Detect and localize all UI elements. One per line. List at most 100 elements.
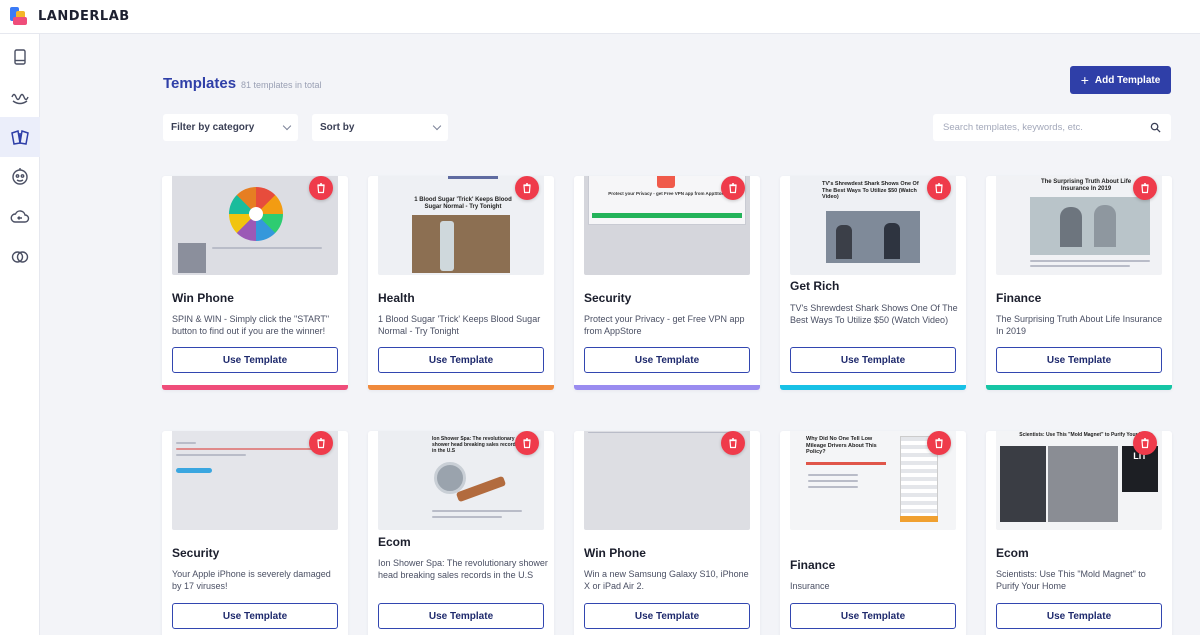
template-card: TV's Shrewdest Shark Shows One Of The Be… — [780, 176, 966, 390]
sort-label: Sort by — [320, 122, 355, 133]
use-template-button[interactable]: Use Template — [996, 603, 1162, 629]
trash-icon — [1141, 183, 1149, 194]
use-template-button[interactable]: Use Template — [172, 347, 338, 373]
template-description: Ion Shower Spa: The revolutionary shower… — [378, 558, 548, 580]
template-description: Your Apple iPhone is severely damaged by… — [172, 569, 331, 591]
chevron-down-icon — [432, 121, 442, 131]
template-card: Security Your Apple iPhone is severely d… — [162, 431, 348, 635]
thumbnail-headline: The Surprising Truth About Life Insuranc… — [1040, 179, 1132, 192]
use-template-button[interactable]: Use Template — [584, 603, 750, 629]
search-input[interactable]: Search templates, keywords, etc. — [933, 114, 1171, 141]
template-category: Win Phone — [584, 546, 646, 560]
template-category: Ecom — [996, 546, 1029, 560]
use-template-button[interactable]: Use Template — [996, 347, 1162, 373]
template-category: Ecom — [378, 535, 411, 549]
sidebar-item-analytics[interactable] — [0, 77, 40, 117]
trash-icon — [729, 438, 737, 449]
delete-template-button[interactable] — [721, 431, 745, 455]
plus-icon: + — [1080, 72, 1089, 88]
delete-template-button[interactable] — [927, 176, 951, 200]
template-card: Scientists: Use This "Mold Magnet" to Pu… — [986, 431, 1172, 635]
landerlab-logo-icon[interactable] — [10, 6, 30, 27]
template-description: Insurance — [790, 581, 830, 591]
thumbnail-headline: 1 Blood Sugar 'Trick' Keeps Blood Sugar … — [414, 197, 512, 210]
thumbnail-headline: Protect your Privacy - get Free VPN app … — [608, 191, 726, 196]
sidebar-item-templates[interactable] — [0, 117, 40, 157]
use-template-button[interactable]: Use Template — [790, 347, 956, 373]
template-description: Scientists: Use This "Mold Magnet" to Pu… — [996, 569, 1146, 591]
thumbnail-headline: TV's Shrewdest Shark Shows One Of The Be… — [822, 181, 919, 200]
delete-template-button[interactable] — [721, 176, 745, 200]
app-name[interactable]: LANDERLAB — [38, 9, 130, 24]
trash-icon — [523, 438, 531, 449]
trash-icon — [317, 438, 325, 449]
template-card: Ion Shower Spa: The revolutionary shower… — [368, 431, 554, 635]
overlap-circles-icon — [11, 251, 29, 263]
template-description: Protect your Privacy - get Free VPN app … — [584, 314, 745, 336]
top-bar: LANDERLAB — [0, 0, 1200, 34]
template-category: Finance — [790, 558, 836, 572]
template-card: Win Phone Win a new Samsung Galaxy S10, … — [574, 431, 760, 635]
template-category: Security — [172, 546, 220, 560]
template-category: Finance — [996, 291, 1042, 305]
trash-icon — [523, 183, 531, 194]
sidebar-item-integrations[interactable] — [0, 157, 40, 197]
sidebar-item-ab-testing[interactable] — [0, 237, 40, 277]
trash-icon — [935, 183, 943, 194]
category-stripe — [162, 385, 348, 390]
delete-template-button[interactable] — [309, 176, 333, 200]
template-card: 1 Blood Sugar 'Trick' Keeps Blood Sugar … — [368, 176, 554, 390]
delete-template-button[interactable] — [515, 431, 539, 455]
filter-category-label: Filter by category — [171, 122, 255, 133]
delete-template-button[interactable] — [1133, 431, 1157, 455]
thumbnail-headline: Why Did No One Tell Low Mileage Drivers … — [806, 436, 877, 455]
alien-icon — [12, 168, 28, 185]
template-description: 1 Blood Sugar 'Trick' Keeps Blood Sugar … — [378, 314, 541, 336]
category-stripe — [780, 385, 966, 390]
template-description: TV's Shrewdest Shark Shows One Of The Be… — [790, 303, 958, 325]
cloud-upload-icon — [10, 210, 30, 223]
template-card: Protect your Privacy - get Free VPN app … — [574, 176, 760, 390]
template-category: Health — [378, 291, 415, 305]
chevron-down-icon — [282, 121, 292, 131]
template-card: Win Phone SPIN & WIN - Simply click the … — [162, 176, 348, 390]
use-template-button[interactable]: Use Template — [378, 347, 544, 373]
page-title: Templates — [163, 75, 237, 92]
template-category: Win Phone — [172, 291, 234, 305]
template-description: SPIN & WIN - Simply click the "START" bu… — [172, 314, 330, 336]
sort-select[interactable]: Sort by — [312, 114, 448, 141]
template-card: Why Did No One Tell Low Mileage Drivers … — [780, 431, 966, 635]
use-template-button[interactable]: Use Template — [378, 603, 544, 629]
sidebar-item-pages[interactable] — [0, 37, 40, 77]
filter-category-select[interactable]: Filter by category — [163, 114, 298, 141]
delete-template-button[interactable] — [1133, 176, 1157, 200]
book-icon — [14, 49, 26, 65]
use-template-button[interactable]: Use Template — [790, 603, 956, 629]
template-category: Get Rich — [790, 279, 840, 293]
template-description: Win a new Samsung Galaxy S10, iPhone X o… — [584, 569, 749, 591]
trash-icon — [1141, 438, 1149, 449]
trash-icon — [317, 183, 325, 194]
category-stripe — [986, 385, 1172, 390]
delete-template-button[interactable] — [515, 176, 539, 200]
template-category: Security — [584, 291, 632, 305]
trash-icon — [935, 438, 943, 449]
delete-template-button[interactable] — [927, 431, 951, 455]
category-stripe — [368, 385, 554, 390]
search-icon — [1150, 122, 1161, 133]
thumbnail-headline: Ion Shower Spa: The revolutionary shower… — [432, 436, 519, 454]
template-count: 81 templates in total — [241, 80, 322, 90]
sidebar-item-publish[interactable] — [0, 197, 40, 237]
template-description: The Surprising Truth About Life Insuranc… — [996, 314, 1163, 336]
templates-icon — [11, 130, 29, 145]
use-template-button[interactable]: Use Template — [584, 347, 750, 373]
sidebar — [0, 34, 40, 635]
add-template-button[interactable]: + Add Template — [1070, 66, 1171, 94]
search-placeholder: Search templates, keywords, etc. — [943, 122, 1083, 133]
use-template-button[interactable]: Use Template — [172, 603, 338, 629]
category-stripe — [574, 385, 760, 390]
delete-template-button[interactable] — [309, 431, 333, 455]
template-card: The Surprising Truth About Life Insuranc… — [986, 176, 1172, 390]
trash-icon — [729, 183, 737, 194]
wave-icon — [11, 93, 29, 105]
